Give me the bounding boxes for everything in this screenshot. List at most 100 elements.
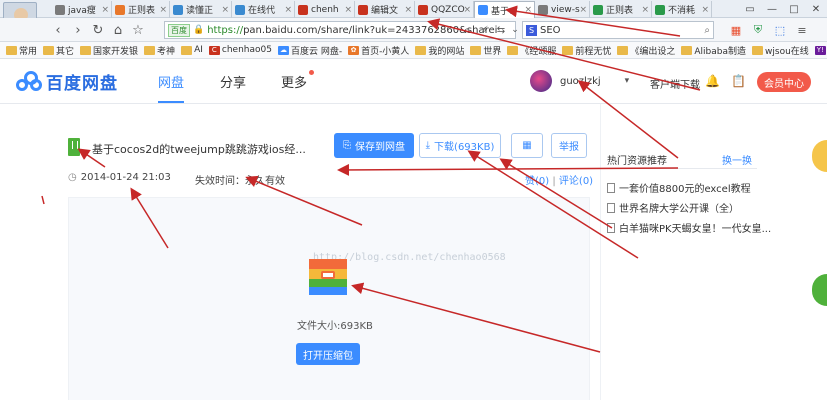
bookmark-item[interactable]: 世界 bbox=[470, 44, 501, 57]
tab-close-icon[interactable]: × bbox=[463, 5, 471, 15]
bookmark-star-icon[interactable]: ☆ bbox=[130, 21, 146, 39]
tab-close-icon[interactable]: × bbox=[101, 5, 109, 15]
menu-icon[interactable]: ≡ bbox=[794, 22, 810, 38]
browser-tab[interactable]: 基于c × bbox=[474, 1, 535, 18]
shield-icon[interactable]: ⛨ bbox=[750, 22, 766, 38]
bookmark-item[interactable]: AI bbox=[181, 45, 203, 55]
bookmark-item[interactable]: 我的网站 bbox=[415, 44, 464, 57]
tab-close-icon[interactable]: × bbox=[579, 5, 587, 15]
nav-tab-more[interactable]: 更多 bbox=[281, 70, 315, 91]
folder-icon bbox=[6, 45, 17, 55]
tab-favicon-icon bbox=[538, 4, 548, 15]
forward-icon[interactable]: › bbox=[70, 21, 86, 39]
browser-tab[interactable]: java瘦 × bbox=[52, 1, 112, 18]
tab-close-icon[interactable]: × bbox=[284, 5, 292, 15]
baidu-pan-logo[interactable]: 百度网盘 bbox=[16, 69, 118, 94]
bookmark-item[interactable]: Y!Yahoo! bbox=[814, 45, 827, 55]
sidebar-divider bbox=[607, 168, 757, 169]
browser-tab[interactable]: 正则表 × bbox=[590, 1, 652, 18]
tab-close-icon[interactable]: × bbox=[524, 5, 532, 15]
dropdown-chevron-icon[interactable]: ⌄ bbox=[507, 21, 523, 39]
search-icon[interactable]: ⌕ bbox=[704, 25, 710, 36]
site-favicon-icon: Y! bbox=[814, 45, 826, 55]
bookmark-item[interactable]: 其它 bbox=[43, 44, 74, 57]
tab-close-icon[interactable]: × bbox=[641, 5, 649, 15]
extension-icon[interactable]: ⬚ bbox=[772, 22, 788, 38]
browser-tab[interactable]: 在线代 × bbox=[232, 1, 295, 18]
bookmark-item[interactable]: 国家开发银 bbox=[80, 44, 138, 57]
apps-grid-icon[interactable]: ▦ bbox=[728, 22, 744, 38]
bookmark-item[interactable]: 考神 bbox=[144, 44, 175, 57]
bookmark-item[interactable]: wjsou在线 bbox=[752, 44, 809, 57]
open-archive-button[interactable]: 打开压缩包 bbox=[296, 343, 360, 365]
share-time: ◷ 2014-01-24 21:03 bbox=[68, 172, 171, 183]
back-icon[interactable]: ‹ bbox=[50, 21, 66, 39]
lightning-icon[interactable]: ⚡ bbox=[477, 21, 493, 39]
maximize-icon[interactable]: □ bbox=[783, 0, 805, 18]
floating-widget-icon[interactable] bbox=[812, 274, 827, 306]
bell-icon[interactable]: 🔔 bbox=[705, 74, 720, 88]
floating-widget-icon[interactable] bbox=[812, 140, 827, 172]
download-button[interactable]: ⤓ 下载(693KB) bbox=[419, 133, 501, 158]
client-download-link[interactable]: 客户端下载 bbox=[650, 76, 700, 91]
file-title: 基于cocos2d的tweejump跳跳游戏ios经... bbox=[92, 143, 306, 156]
zoom-icon[interactable]: ⌕ bbox=[459, 21, 475, 39]
tab-close-icon[interactable]: × bbox=[701, 5, 709, 15]
tab-close-icon[interactable]: × bbox=[159, 5, 167, 15]
home-icon[interactable]: ⌂ bbox=[110, 21, 126, 39]
zip-file-icon bbox=[68, 138, 80, 156]
bookmark-item[interactable]: 前程无忧 bbox=[562, 44, 611, 57]
browser-tab[interactable]: chenh × bbox=[295, 1, 355, 18]
save-to-pan-label: 保存到网盘 bbox=[355, 142, 405, 153]
tab-favicon-icon bbox=[115, 4, 125, 15]
bookmark-label: 我的网站 bbox=[428, 46, 465, 57]
browser-tab[interactable]: 读懂正 × bbox=[170, 1, 232, 18]
close-icon[interactable]: ✕ bbox=[805, 0, 827, 18]
bookmark-item[interactable]: Cchenhao05 bbox=[208, 45, 272, 55]
restore-icon[interactable]: ▭ bbox=[739, 0, 761, 18]
comment-link[interactable]: 评论(0) bbox=[559, 176, 593, 187]
download-icon: ⤓ bbox=[425, 140, 431, 151]
bookmark-item[interactable]: 《经颂服 bbox=[507, 44, 556, 57]
qrcode-button[interactable]: ▦ bbox=[511, 133, 543, 158]
clipboard-icon[interactable]: 📋 bbox=[731, 74, 746, 88]
bookmark-item[interactable]: ☁ 百度云 网盘- bbox=[277, 44, 342, 57]
browser-tab-bar: java瘦 × 正则表 × 读懂正 × 在线代 × chenh × 编辑文 × QQZCO × 基于c × vi… bbox=[0, 0, 827, 36]
browser-tab[interactable]: 编辑文 × bbox=[355, 1, 415, 18]
like-link[interactable]: 赞(0) bbox=[525, 176, 549, 187]
vip-center-button[interactable]: 会员中心 bbox=[757, 72, 811, 92]
browser-tab[interactable]: QQZCO × bbox=[415, 1, 474, 18]
bookmark-item[interactable]: ✿ 首页-小黄人 bbox=[348, 44, 409, 57]
bookmarks-bar: 常用 其它 国家开发银 考神 AI Cchenhao05 ☁ 百度云 网盘- ✿ 首页-小黄人 我的… bbox=[0, 42, 827, 59]
browser-tab[interactable]: 不消耗 × bbox=[652, 1, 712, 18]
browser-tab[interactable]: view-s × bbox=[535, 1, 590, 18]
minimize-icon[interactable]: — bbox=[761, 0, 783, 18]
sidebar-item[interactable]: 白羊猫咪PK天蝎女皇！一代女皇... bbox=[607, 220, 771, 235]
refresh-link[interactable]: 换一换 bbox=[722, 152, 752, 167]
nav-tab-share[interactable]: 分享 bbox=[220, 72, 246, 91]
bookmark-item[interactable]: Alibaba制造 bbox=[681, 44, 746, 57]
tab-close-icon[interactable]: × bbox=[404, 5, 412, 15]
reload-icon[interactable]: ↻ bbox=[90, 21, 106, 39]
sidebar-item[interactable]: 一套价值8800元的excel教程 bbox=[607, 180, 751, 195]
report-button[interactable]: 举报 bbox=[551, 133, 587, 158]
nav-tab-pan[interactable]: 网盘 bbox=[158, 72, 184, 91]
sidebar-title: 热门资源推荐 bbox=[607, 156, 667, 167]
save-to-pan-button[interactable]: ⎘ 保存到网盘 bbox=[334, 133, 414, 158]
clock-icon: ◷ bbox=[68, 172, 77, 183]
bookmark-label: Alibaba制造 bbox=[694, 46, 747, 57]
tab-label: chenh bbox=[311, 4, 339, 15]
folder-icon bbox=[507, 45, 519, 55]
bookmark-label: chenhao05 bbox=[221, 45, 272, 55]
user-menu[interactable]: guozlzkj ▾ bbox=[530, 70, 629, 92]
bookmark-item[interactable]: 《编出设之 bbox=[617, 44, 675, 57]
tab-close-icon[interactable]: × bbox=[221, 5, 229, 15]
search-input[interactable]: S SEO ⌕ bbox=[522, 21, 714, 39]
search-engine-icon: S bbox=[526, 24, 537, 36]
folder-icon bbox=[562, 45, 574, 55]
tab-close-icon[interactable]: × bbox=[344, 5, 352, 15]
browser-tab[interactable]: 正则表 × bbox=[112, 1, 170, 18]
bookmark-item[interactable]: 常用 bbox=[6, 44, 37, 57]
sidebar-item[interactable]: 世界名牌大学公开课（全） bbox=[607, 200, 739, 215]
document-icon bbox=[607, 222, 615, 233]
